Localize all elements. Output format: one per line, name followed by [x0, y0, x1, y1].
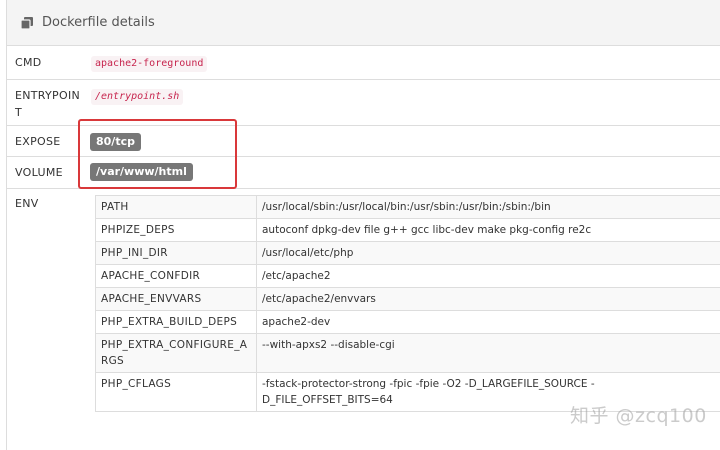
env-key: PHP_EXTRA_BUILD_DEPS: [95, 310, 257, 334]
env-value: --with-apxs2 --disable-cgi: [256, 333, 720, 373]
cmd-value: apache2-foreground: [91, 56, 208, 72]
entrypoint-label: ENTRYPOINT: [15, 89, 81, 119]
env-key: PHPIZE_DEPS: [95, 218, 257, 242]
env-table-row: PHP_EXTRA_BUILD_DEPS apache2-dev: [95, 310, 720, 334]
entrypoint-row: ENTRYPOINT /entrypoint.sh: [7, 80, 720, 126]
expose-row: EXPOSE 80/tcp: [7, 126, 720, 157]
env-value: /usr/local/etc/php: [256, 241, 720, 265]
env-table-row: APACHE_ENVVARS/etc/apache2/envvars: [95, 287, 720, 311]
page: Dockerfile details CMD apache2-foregroun…: [0, 0, 720, 450]
env-value: /usr/local/sbin:/usr/local/bin:/usr/sbin…: [256, 195, 720, 219]
env-table-row: PHP_INI_DIR/usr/local/etc/php: [95, 241, 720, 265]
panel-header: Dockerfile details: [7, 0, 720, 46]
volume-row: VOLUME /var/www/html: [7, 157, 720, 189]
env-table: PATH/usr/local/sbin:/usr/local/bin:/usr/…: [95, 195, 720, 412]
env-value: autoconf dpkg-dev file g++ gcc libc-dev …: [256, 218, 720, 242]
env-key: PATH: [95, 195, 257, 219]
volume-label: VOLUME: [15, 166, 63, 179]
env-table-row: PHPIZE_DEPS autoconf dpkg-dev file g++ gc…: [95, 218, 720, 242]
env-table-body: PATH/usr/local/sbin:/usr/local/bin:/usr/…: [95, 195, 720, 412]
env-value: /etc/apache2/envvars: [256, 287, 720, 311]
expose-label: EXPOSE: [15, 135, 61, 148]
env-value: /etc/apache2: [256, 264, 720, 288]
dockerfile-details-panel: Dockerfile details CMD apache2-foregroun…: [6, 0, 720, 450]
env-value: apache2-dev: [256, 310, 720, 334]
copy-icon: [20, 16, 34, 30]
entrypoint-value: /entrypoint.sh: [91, 89, 184, 105]
env-key: APACHE_ENVVARS: [95, 287, 257, 311]
cmd-label: CMD: [15, 56, 42, 69]
env-table-row: PHP_EXTRA_CONFIGURE_ARGS --with-apxs2 --d…: [95, 333, 720, 373]
env-key: APACHE_CONFDIR: [95, 264, 257, 288]
panel-title: Dockerfile details: [42, 15, 155, 30]
watermark: 知乎 @zcq100: [570, 405, 707, 427]
cmd-row: CMD apache2-foreground: [7, 46, 720, 80]
env-label: ENV: [15, 197, 39, 210]
env-key: PHP_INI_DIR: [95, 241, 257, 265]
env-table-row: APACHE_CONFDIR/etc/apache2: [95, 264, 720, 288]
env-key: PHP_EXTRA_CONFIGURE_ARGS: [95, 333, 257, 373]
volume-badge: /var/www/html: [90, 163, 193, 181]
env-table-row: PATH/usr/local/sbin:/usr/local/bin:/usr/…: [95, 195, 720, 219]
expose-badge: 80/tcp: [90, 133, 141, 151]
env-key: PHP_CFLAGS: [95, 372, 257, 412]
